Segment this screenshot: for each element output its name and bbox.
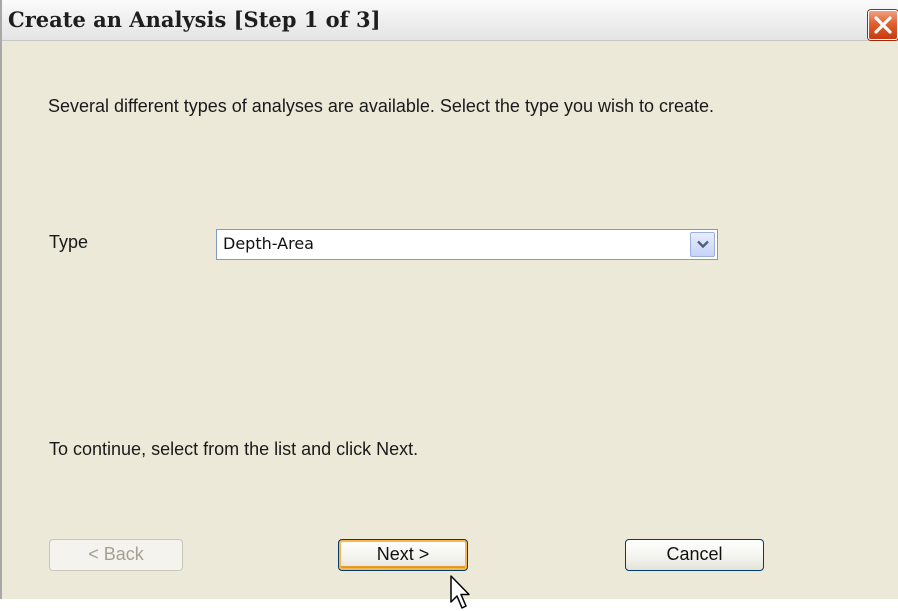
title-bar[interactable]: Create an Analysis [Step 1 of 3] xyxy=(2,0,898,41)
type-select-value: Depth-Area xyxy=(223,234,314,253)
dialog-body: Several different types of analyses are … xyxy=(2,41,898,609)
close-button[interactable] xyxy=(868,10,898,40)
create-analysis-dialog: Create an Analysis [Step 1 of 3] Several… xyxy=(0,0,898,609)
back-button[interactable]: < Back xyxy=(49,539,183,571)
mouse-pointer-icon xyxy=(450,575,470,609)
intro-text: Several different types of analyses are … xyxy=(48,96,715,116)
type-label: Type xyxy=(49,232,89,252)
cancel-button[interactable]: Cancel xyxy=(625,539,764,571)
close-icon xyxy=(874,16,892,34)
type-select-dropdown-button[interactable] xyxy=(690,232,715,257)
dialog-title: Create an Analysis [Step 1 of 3] xyxy=(8,7,381,32)
chevron-down-icon xyxy=(697,240,709,249)
type-select[interactable]: Depth-Area xyxy=(216,229,718,260)
instructions-text: To continue, select from the list and cl… xyxy=(49,439,419,459)
next-button[interactable]: Next > xyxy=(338,539,468,571)
